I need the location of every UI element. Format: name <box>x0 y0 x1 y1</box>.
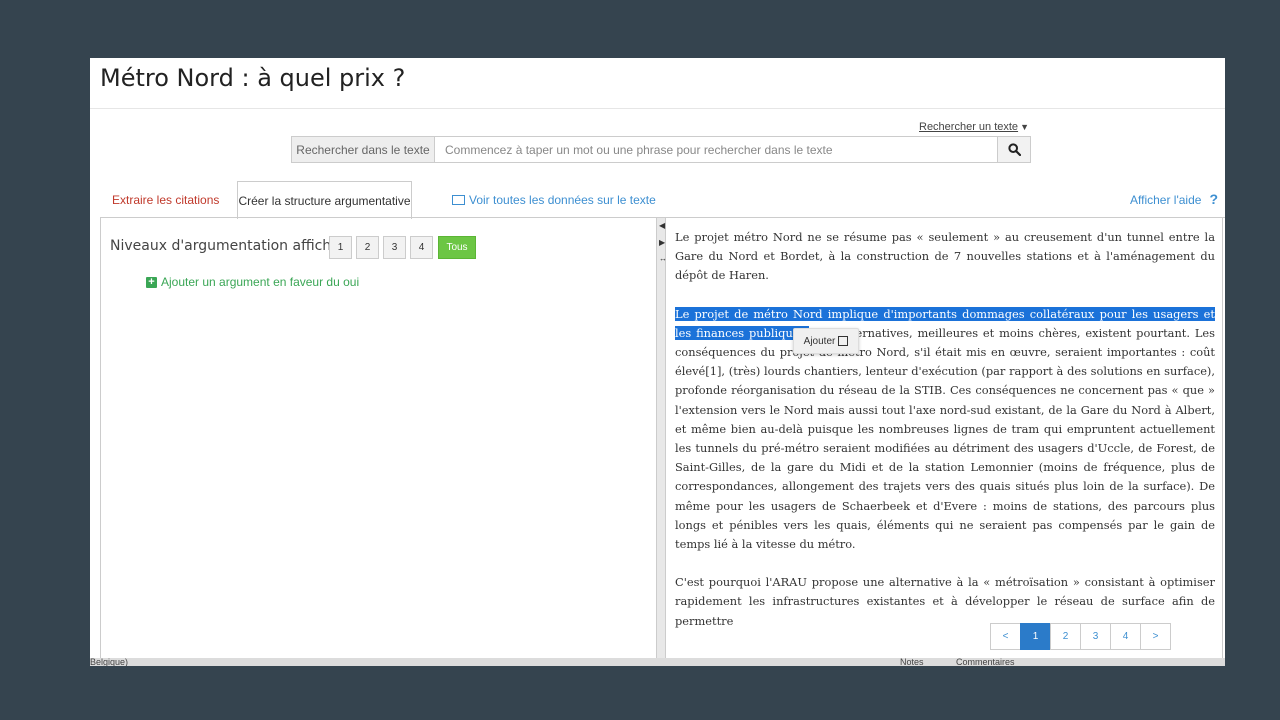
search-toggle-label: Rechercher un texte <box>919 121 1019 133</box>
argument-structure-pane: Niveaux d'argumentation affichés 1 2 3 4… <box>100 218 657 658</box>
collapse-right-icon[interactable]: ▶ <box>659 238 665 247</box>
add-argument-button[interactable]: + Ajouter un argument en faveur du oui <box>146 275 359 289</box>
search-input[interactable] <box>435 137 997 162</box>
collapse-left-icon[interactable]: ◀ <box>659 221 665 230</box>
edit-icon <box>838 336 849 346</box>
page-title: Métro Nord : à quel prix ? <box>100 64 406 92</box>
pagination: < 1 2 3 4 > <box>990 623 1171 650</box>
level-all-button[interactable]: Tous <box>438 236 476 259</box>
search-label: Rechercher dans le texte <box>292 137 435 162</box>
question-icon: ? <box>1209 191 1219 207</box>
page-4-button[interactable]: 4 <box>1110 623 1141 650</box>
plus-square-icon: + <box>146 276 157 288</box>
level-2-button[interactable]: 2 <box>356 236 379 259</box>
tab-text-data-label: Voir toutes les données sur le texte <box>469 192 656 207</box>
paragraph-text: Des alternatives, meilleures et moins ch… <box>675 325 1215 552</box>
id-card-icon <box>452 194 465 205</box>
pane-splitter[interactable]: ◀ ▶ ↔ <box>656 218 667 658</box>
status-bar: Belgique) Notes Commentaires <box>90 658 1225 666</box>
status-notes-button[interactable]: Notes <box>900 658 924 666</box>
page-next-button[interactable]: > <box>1140 623 1171 650</box>
text-pane: Le projet métro Nord ne se résume pas « … <box>666 218 1223 658</box>
page-prev-button[interactable]: < <box>990 623 1021 650</box>
help-label: Afficher l'aide <box>1130 193 1202 207</box>
levels-label: Niveaux d'argumentation affichés <box>110 238 348 254</box>
add-argument-label: Ajouter un argument en faveur du oui <box>161 275 360 289</box>
page-1-button[interactable]: 1 <box>1020 623 1051 650</box>
help-link[interactable]: Afficher l'aide? <box>1130 191 1218 207</box>
text-body: Le projet métro Nord ne se résume pas « … <box>675 228 1215 650</box>
tab-argument-structure[interactable]: Créer la structure argumentative <box>237 181 412 219</box>
app-window: Métro Nord : à quel prix ? Rechercher un… <box>90 58 1225 666</box>
add-citation-label: Ajouter <box>803 335 836 347</box>
paragraph: Le projet métro Nord ne se résume pas « … <box>675 230 1215 283</box>
level-1-button[interactable]: 1 <box>329 236 352 259</box>
add-citation-popup[interactable]: Ajouter <box>793 328 859 354</box>
chevron-down-icon: ▼ <box>1020 122 1029 132</box>
search-icon <box>1007 143 1021 156</box>
search-button[interactable] <box>997 137 1030 162</box>
status-language: Belgique) <box>90 658 129 666</box>
paragraph: Le projet de métro Nord implique d'impor… <box>675 305 1215 555</box>
title-divider <box>90 108 1225 109</box>
tab-text-data[interactable]: Voir toutes les données sur le texte <box>452 181 656 218</box>
search-toggle-link[interactable]: Rechercher un texte ▼ <box>919 121 1029 133</box>
page-2-button[interactable]: 2 <box>1050 623 1081 650</box>
tab-citations[interactable]: Extraire les citations <box>112 181 219 218</box>
status-comments-button[interactable]: Commentaires <box>956 658 1015 666</box>
level-4-button[interactable]: 4 <box>410 236 433 259</box>
search-bar: Rechercher dans le texte <box>291 136 1031 163</box>
level-3-button[interactable]: 3 <box>383 236 406 259</box>
page-3-button[interactable]: 3 <box>1080 623 1111 650</box>
